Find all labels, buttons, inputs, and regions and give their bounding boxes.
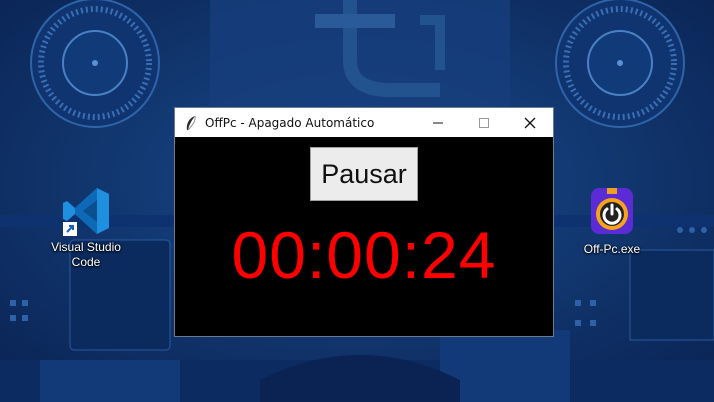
close-icon (524, 117, 536, 128)
vscode-icon (59, 184, 113, 238)
window-title: OffPc - Apagado Automático (205, 115, 375, 130)
minimize-icon (433, 122, 443, 123)
countdown-timer: 00:00:24 (231, 218, 497, 292)
pause-button[interactable]: Pausar (310, 147, 418, 201)
window-titlebar[interactable]: OffPc - Apagado Automático (175, 108, 553, 137)
desktop-icon-vscode[interactable]: Visual Studio Code (40, 184, 132, 270)
feather-icon (186, 115, 196, 130)
maximize-icon (479, 117, 489, 128)
close-button[interactable] (507, 108, 553, 137)
desktop-icon-offpc[interactable]: Off-Pc.exe (566, 186, 658, 257)
desktop-icon-label: Off-Pc.exe (583, 242, 641, 256)
app-window: OffPc - Apagado Automático Pausar 00:00:… (174, 107, 554, 337)
power-stopwatch-icon (585, 186, 639, 240)
window-client-area: Pausar 00:00:24 (175, 137, 553, 336)
minimize-button[interactable] (415, 108, 461, 137)
maximize-button[interactable] (461, 108, 507, 137)
desktop-icon-label: Visual Studio Code (51, 240, 121, 269)
